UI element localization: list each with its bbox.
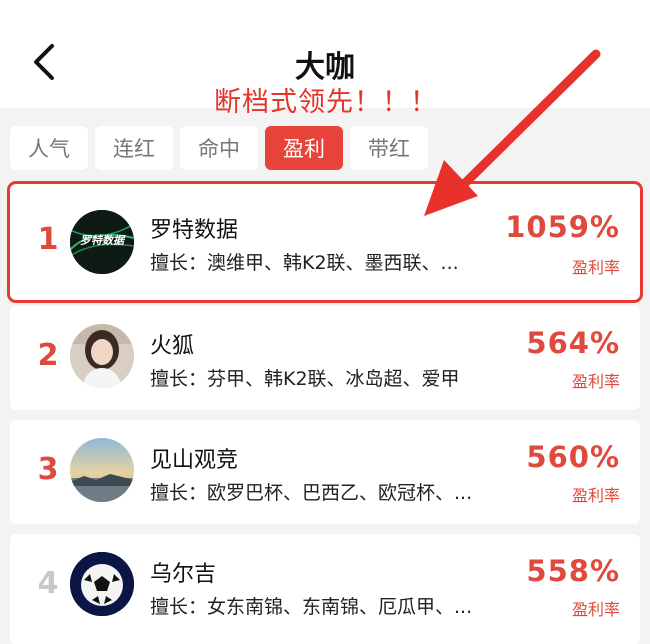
soccer-ball-avatar <box>70 552 134 616</box>
logo-avatar: 罗特数据 <box>70 210 134 274</box>
avatar-logo-text: 罗特数据 <box>80 234 124 247</box>
expert-card[interactable]: 1 罗特数据 罗特数据 擅长：澳维甲、韩K2联、墨西联、... 1059% 盈利… <box>7 181 643 303</box>
expert-specialty: 擅长：澳维甲、韩K2联、墨西联、... <box>150 252 459 274</box>
header: 大咖 断档式领先！！！ <box>0 0 650 118</box>
annotation-text: 断档式领先！！！ <box>214 87 438 118</box>
profit-rate: 560% <box>526 440 620 474</box>
expert-name: 见山观竞 <box>150 448 239 473</box>
tab-profit[interactable]: 盈利 <box>265 126 343 170</box>
profit-rate: 1059% <box>505 210 620 244</box>
profit-rate: 564% <box>526 326 620 360</box>
profit-rate: 558% <box>526 554 620 588</box>
expert-card[interactable]: 3 见山观竞 擅长：欧罗巴杯、巴西乙、欧冠杯、... 560% 盈利率 <box>10 420 640 524</box>
tab-carry[interactable]: 带红 <box>350 126 428 170</box>
expert-name: 火狐 <box>150 334 195 359</box>
rank-number: 2 <box>37 338 59 373</box>
rank-number: 3 <box>37 452 59 487</box>
landscape-avatar <box>70 438 134 502</box>
rank-number: 1 <box>37 222 59 257</box>
expert-name: 罗特数据 <box>150 218 239 243</box>
profit-rate-label: 盈利率 <box>571 372 620 391</box>
profit-rate-label: 盈利率 <box>571 258 620 277</box>
expert-specialty: 擅长：芬甲、韩K2联、冰岛超、爱甲 <box>150 368 460 390</box>
rank-number: 4 <box>37 566 59 601</box>
tab-popularity[interactable]: 人气 <box>10 126 88 170</box>
tab-streak[interactable]: 连红 <box>95 126 173 170</box>
profit-rate-label: 盈利率 <box>571 600 620 619</box>
expert-name: 乌尔吉 <box>150 562 217 587</box>
tab-hit-rate[interactable]: 命中 <box>180 126 258 170</box>
profit-rate-label: 盈利率 <box>571 486 620 505</box>
expert-specialty: 擅长：欧罗巴杯、巴西乙、欧冠杯、... <box>150 482 473 504</box>
expert-specialty: 擅长：女东南锦、东南锦、厄瓜甲、... <box>150 596 473 618</box>
person-avatar <box>70 324 134 388</box>
expert-card[interactable]: 2 火狐 擅长：芬甲、韩K2联、冰岛超、爱甲 564% 盈利率 <box>10 306 640 410</box>
expert-card[interactable]: 4 乌尔吉 擅长：女东南锦、东南锦、厄瓜甲、... 558% 盈利率 <box>10 534 640 644</box>
